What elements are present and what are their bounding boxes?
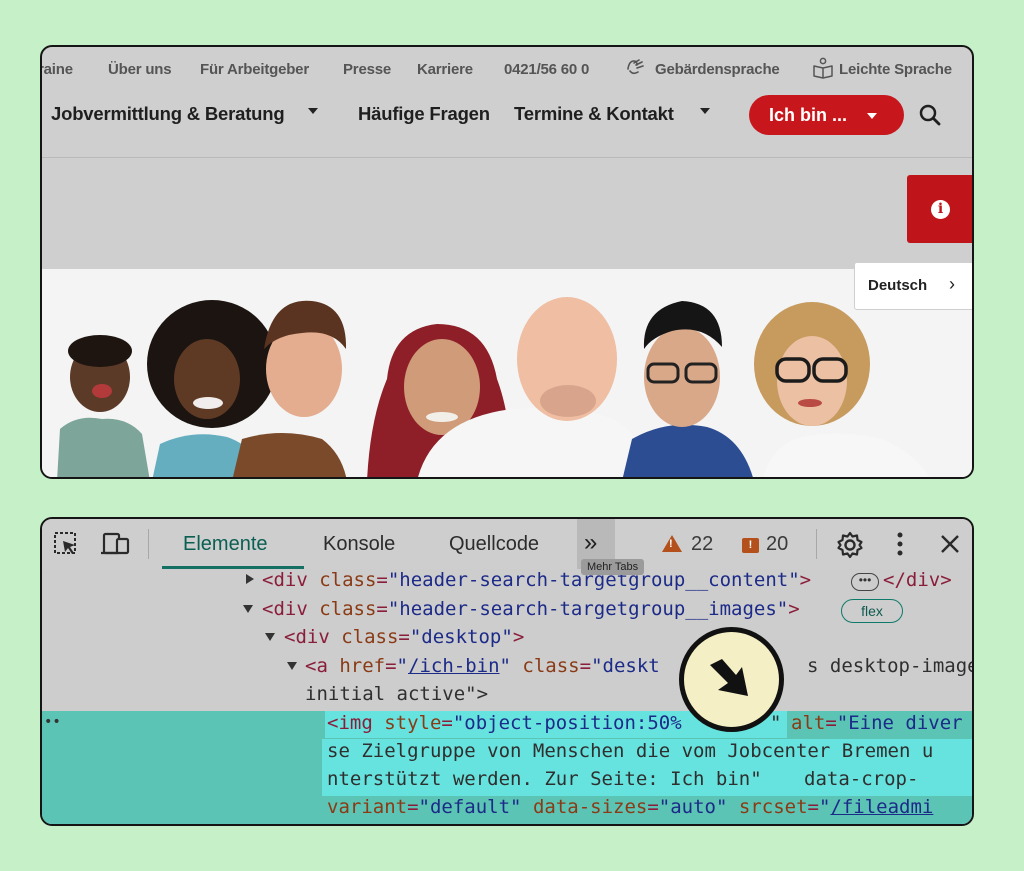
language-label: Deutsch <box>868 277 928 294</box>
top-link-leichte-sprache[interactable]: Leichte Sprache <box>839 61 952 78</box>
dom-node-closing-tag: </div> <box>883 569 952 591</box>
collapse-triangle-icon[interactable] <box>287 662 297 670</box>
collapse-triangle-icon[interactable] <box>243 605 253 613</box>
nav-divider <box>42 157 972 158</box>
warning-icon[interactable] <box>662 535 682 552</box>
node-ellipsis[interactable]: •• <box>44 714 61 730</box>
info-side-tab[interactable]: i <box>907 175 972 243</box>
hero-image-people <box>42 269 972 477</box>
collapsed-children-ellipsis[interactable]: ••• <box>851 573 879 591</box>
top-link-phone[interactable]: 0421/56 60 0 <box>504 61 589 78</box>
img-attributes-line: variant="default" data-sizes="auto" srcs… <box>327 796 934 818</box>
chevron-down-icon <box>700 108 710 114</box>
chevron-down-icon <box>308 108 318 114</box>
inspect-element-icon[interactable] <box>53 531 79 557</box>
top-link-ueber-uns[interactable]: Über uns <box>108 61 172 78</box>
group-of-people-illustration <box>57 297 930 477</box>
nav-haeufige-fragen[interactable]: Häufige Fragen <box>358 103 490 125</box>
issue-count[interactable]: 20 <box>766 533 788 556</box>
website-screenshot-panel: raine Über uns Für Arbeitgeber Presse Ka… <box>40 45 974 479</box>
toolbar-separator <box>148 529 149 559</box>
alt-text-line-end: nterstützt werden. Zur Seite: Ich bin" <box>327 768 762 790</box>
expand-triangle-icon[interactable] <box>246 574 254 584</box>
tab-quellcode[interactable]: Quellcode <box>449 533 539 556</box>
class-value-continuation: s desktop-image- <box>807 655 974 677</box>
srcset-link[interactable]: /fileadmi <box>830 796 933 818</box>
nav-termine-kontakt[interactable]: Termine & Kontakt <box>514 103 674 125</box>
class-value-wrap: initial active"> <box>305 683 489 705</box>
nav-jobvermittlung[interactable]: Jobvermittlung & Beratung <box>51 103 285 125</box>
device-toolbar-icon[interactable] <box>101 531 131 557</box>
top-link-presse[interactable]: Presse <box>343 61 391 78</box>
dom-node-img[interactable]: <img style="object-position:50% <box>327 712 682 734</box>
search-icon[interactable] <box>918 103 942 127</box>
collapse-triangle-icon[interactable] <box>265 633 275 641</box>
warning-count[interactable]: 22 <box>691 533 713 556</box>
top-link-gebaerdensprache[interactable]: Gebärdensprache <box>655 61 780 78</box>
sign-language-icon <box>627 59 644 75</box>
info-icon: i <box>931 200 950 219</box>
dom-node-desktop[interactable]: <div class="desktop"> <box>284 626 524 648</box>
top-link-karriere[interactable]: Karriere <box>417 61 473 78</box>
cursor-callout <box>679 627 784 732</box>
devtools-panel: Elemente Konsole Quellcode » 22 ! 20 •• … <box>40 517 974 826</box>
dom-node-targetgroup-images[interactable]: <div class="header-search-targetgroup__i… <box>262 598 800 620</box>
more-options-icon[interactable] <box>894 531 906 557</box>
flex-badge[interactable]: flex <box>841 599 903 623</box>
top-link-truncated[interactable]: raine <box>42 61 73 78</box>
ich-bin-label: Ich bin ... <box>769 105 848 125</box>
alt-attribute: alt="Eine diver <box>791 712 963 734</box>
arrow-cursor-icon <box>710 659 748 696</box>
double-chevron-right-icon: » <box>584 529 597 556</box>
tab-elemente[interactable]: Elemente <box>183 533 268 556</box>
more-tabs-tooltip: Mehr Tabs <box>581 559 645 575</box>
chevron-right-icon: › <box>949 274 955 294</box>
gear-icon[interactable] <box>836 531 864 559</box>
dom-node-targetgroup-content[interactable]: <div class="header-search-targetgroup__c… <box>262 569 811 591</box>
close-icon[interactable] <box>939 533 961 555</box>
language-selector[interactable]: Deutsch › <box>854 262 972 310</box>
tab-konsole[interactable]: Konsole <box>323 533 395 556</box>
href-link[interactable]: /ich-bin <box>408 655 500 677</box>
chevron-down-icon <box>867 113 877 119</box>
issue-icon[interactable]: ! <box>742 538 759 553</box>
alt-text-line: se Zielgruppe von Menschen die vom Jobce… <box>327 740 934 762</box>
toolbar-separator <box>816 529 817 559</box>
dom-node-anchor[interactable]: <a href="/ich-bin" class="deskt <box>305 655 660 677</box>
top-link-fuer-arbeitgeber[interactable]: Für Arbeitgeber <box>200 61 309 78</box>
data-crop-attribute: data-crop- <box>804 768 919 790</box>
elements-tree: •• <div class="header-search-targetgroup… <box>42 569 974 824</box>
ich-bin-dropdown-button[interactable]: Ich bin ... <box>749 95 904 135</box>
devtools-toolbar: Elemente Konsole Quellcode » 22 ! 20 <box>42 519 972 569</box>
top-navigation: raine Über uns Für Arbeitgeber Presse Ka… <box>42 47 972 93</box>
easy-language-book-icon <box>813 57 833 79</box>
